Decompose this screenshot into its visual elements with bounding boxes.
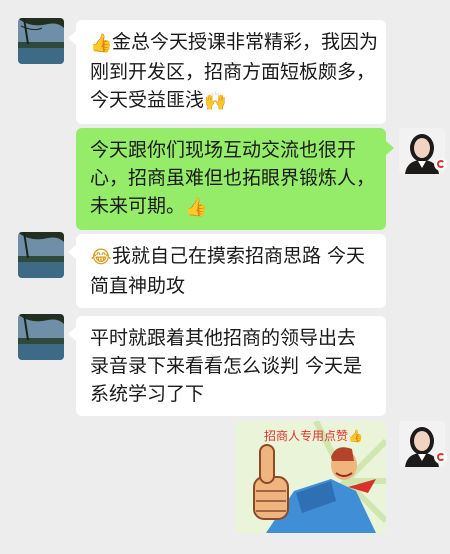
lake-tree-avatar-image: [18, 18, 64, 64]
message-line: 今天受益匪浅🙌: [90, 86, 372, 116]
clapping-hands-icon: 🙌: [204, 91, 227, 112]
lake-tree-avatar-image: [18, 314, 64, 360]
outgoing-message-bubble[interactable]: 今天跟你们现场互动交流也很开 心，招商虽难但也拓眼界锻炼人， 未来可期。👍: [76, 128, 386, 230]
thumbs-up-icon: 👍: [348, 429, 363, 443]
message-line: 👍金总今天授课非常精彩，我因为: [90, 28, 378, 58]
message-line: 简直神助攻: [90, 275, 186, 297]
sender-avatar[interactable]: [18, 232, 64, 278]
lake-tree-avatar-image: [18, 232, 64, 278]
message-line: 录音录下来看看怎么谈判 今天是: [90, 355, 363, 377]
message-line: 平时就跟着其他招商的领导出去: [90, 327, 357, 349]
sender-avatar[interactable]: [18, 314, 64, 360]
bubble-tail: [68, 327, 76, 341]
message-line: 心，招商虽难但也拓眼界锻炼人，: [90, 167, 376, 189]
message-line: 😂我就自己在摸索招商思路 今天: [90, 242, 372, 272]
incoming-message-bubble[interactable]: 👍金总今天授课非常精彩，我因为 刚到开发区，招商方面短板颇多， 今天受益匪浅🙌: [76, 20, 386, 124]
message-line: 未来可期。👍: [90, 192, 372, 222]
message-line: 今天跟你们现场互动交流也很开: [90, 139, 357, 161]
message-line: 系统学习了下: [90, 383, 205, 405]
brand-badge-icon: [434, 157, 448, 171]
bubble-tail: [68, 31, 76, 45]
incoming-message-bubble[interactable]: 😂我就自己在摸索招商思路 今天 简直神助攻: [76, 234, 386, 308]
incoming-message-bubble[interactable]: 平时就跟着其他招商的领导出去 录音录下来看看怎么谈判 今天是 系统学习了下: [76, 316, 386, 416]
message-line: 刚到开发区，招商方面短板颇多，: [90, 61, 376, 83]
laughing-tears-icon: 😂: [90, 247, 112, 268]
sticker-caption: 招商人专用点赞👍: [264, 429, 363, 443]
bubble-tail: [386, 141, 394, 155]
sender-avatar[interactable]: [18, 18, 64, 64]
bubble-tail: [68, 245, 76, 259]
brand-badge-icon: [434, 450, 448, 464]
thumbs-up-icon: 👍: [90, 33, 113, 54]
thumbs-up-icon: 👍: [185, 197, 208, 218]
thumbs-up-sticker[interactable]: 招商人专用点赞👍: [236, 421, 386, 533]
